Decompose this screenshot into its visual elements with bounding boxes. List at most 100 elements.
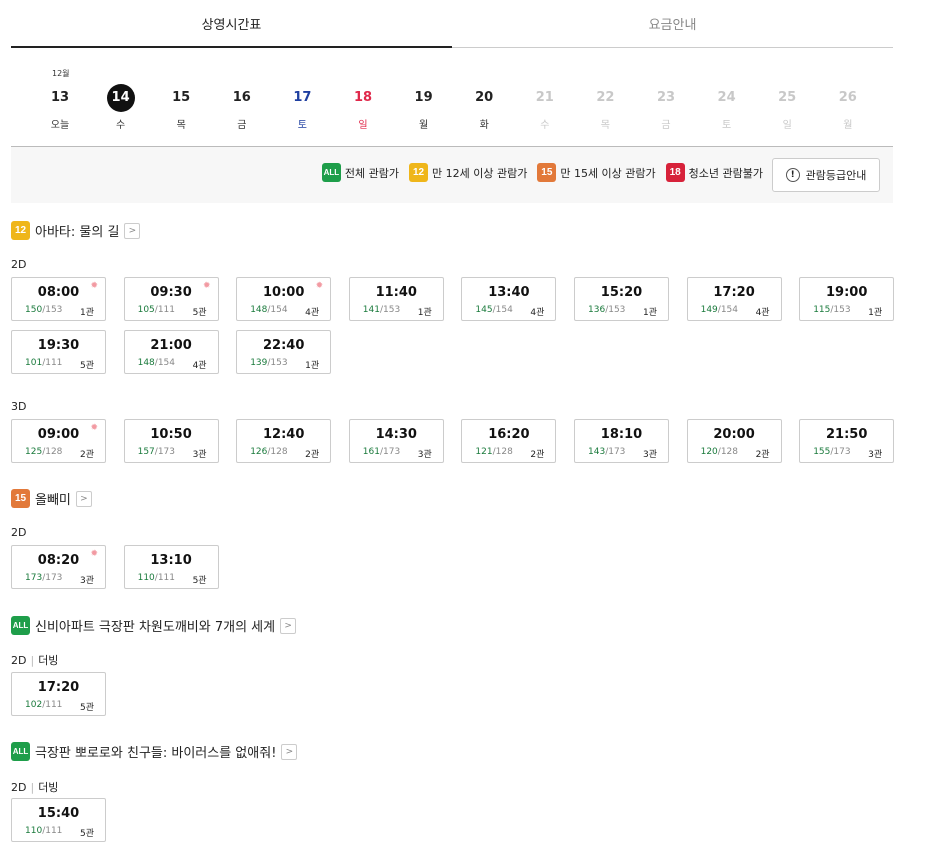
tab-showtimes[interactable]: 상영시간표 [11,0,452,48]
showtime-time: 15:40 [37,806,80,821]
seats-available: 120 [700,447,718,457]
movie-title-text[interactable]: 극장판 뽀로로와 친구들: 바이러스를 없애줘! [35,742,276,761]
seats-available: 161 [362,447,380,457]
date-selector: 12월 13 오늘 14 수 15 목 16 금 17 토 18 일 19 월 20 화 21 수 22 목 23 금 24… [11,62,893,144]
seats-total: /154 [492,305,513,315]
showtime-slot[interactable]: 08:00 150/153 1관 ✹ [11,277,106,321]
showtime-time: 21:50 [825,427,868,442]
seat-count: 141/153 [363,305,400,315]
rating-12-icon: 12 [11,221,30,240]
seats-total: /128 [717,447,738,457]
date-item-20[interactable]: 20 화 [459,84,509,131]
showtime-slot[interactable]: 21:00 148/154 4관 [123,330,219,374]
rating-18-icon: 18 [665,163,685,182]
seats-total: /154 [154,358,175,368]
showtime-slot[interactable]: 21:50 155/173 3관 [799,419,895,463]
chevron-right-icon[interactable]: > [280,617,297,634]
date-item-18[interactable]: 18 일 [338,84,388,131]
rating-all-icon: ALL [11,742,30,761]
showtime-slot[interactable]: 10:50 157/173 3관 [123,419,219,463]
hall-label: 2관 [305,450,320,460]
date-number: 15 [172,90,191,105]
tab-pricing[interactable]: 요금안내 [452,0,893,48]
hall-label: 4관 [192,361,207,371]
date-item-13[interactable]: 13 오늘 [35,84,85,131]
showtime-slot[interactable]: 10:00 148/154 4관 ✹ [236,277,332,321]
date-item-21[interactable]: 21 수 [520,84,570,131]
showtime-slot[interactable]: 12:40 126/128 2관 [236,419,332,463]
showtime-slot[interactable]: 22:40 139/153 1관 [236,330,332,374]
showtime-slot[interactable]: 15:40 110/111 5관 [11,798,106,842]
chevron-right-icon[interactable]: > [281,743,298,760]
date-weekday: 일 [782,120,792,131]
showtime-time: 16:20 [488,427,530,442]
seats-available: 143 [588,447,606,457]
seats-available: 125 [25,447,43,457]
date-item-14[interactable]: 14 수 [96,84,146,131]
format-label: 2D | 더빙 [11,779,58,795]
rating-legend: ALL 전체 관람가 12 만 12세 이상 관람가 15 만 15세 이상 관람가 18 청… [11,146,893,203]
date-item-17[interactable]: 17 토 [277,84,327,131]
dub-label: 더빙 [38,781,59,794]
rating-guide-button[interactable]: ! 관람등급안내 [772,158,880,192]
date-item-23[interactable]: 23 금 [641,84,691,131]
chevron-right-icon[interactable]: > [75,490,92,507]
showtime-slot[interactable]: 18:10 143/173 3관 [574,419,669,463]
showtime-slot[interactable]: 14:30 161/173 3관 [348,419,444,463]
showtime-slot[interactable]: 19:00 115/153 1관 [799,277,895,321]
seats-total: /173 [154,447,175,457]
showtime-slot[interactable]: 15:20 136/153 1관 [574,277,669,321]
showtime-time: 20:00 [713,427,755,442]
date-item-22[interactable]: 22 목 [580,84,630,131]
showtime-slot[interactable]: 11:40 141/153 1관 [348,277,444,321]
showtime-slot[interactable]: 13:10 110/111 5관 [123,545,219,589]
date-weekday: 금 [661,120,671,131]
seat-count: 157/173 [138,447,175,457]
morning-sun-icon: ✹ [315,281,324,291]
showtime-slot[interactable]: 19:30 101/111 5관 [11,330,106,374]
date-item-25[interactable]: 25 일 [762,84,812,131]
legend-item: ALL 전체 관람가 [321,163,399,182]
showtime-slot[interactable]: 13:40 145/154 4관 [461,277,557,321]
movie-title-text[interactable]: 아바타: 물의 길 [35,221,119,240]
date-weekday: 목 [176,120,186,131]
seat-count: 105/111 [138,305,175,315]
movie-title-text[interactable]: 신비아파트 극장판 차원도깨비와 7개의 세계 [35,616,275,635]
hall-label: 4관 [305,308,320,318]
seat-count: 149/154 [701,305,738,315]
seat-count: 145/154 [475,305,512,315]
legend-label: 만 15세 이상 관람가 [560,166,656,180]
showtime-slot[interactable]: 17:20 102/111 5관 [11,672,106,716]
showtime-slot[interactable]: 20:00 120/128 2관 [686,419,782,463]
seat-count: 139/153 [250,358,287,368]
seat-count: 110/111 [25,826,62,836]
showtime-slot[interactable]: 16:20 121/128 2관 [461,419,557,463]
showtime-slot[interactable]: 08:20 173/173 3관 ✹ [11,545,106,589]
date-item-16[interactable]: 16 금 [217,84,267,131]
chevron-right-icon[interactable]: > [124,222,141,239]
hall-label: 1관 [417,308,432,318]
showtime-slot[interactable]: 09:30 105/111 5관 ✹ [123,277,219,321]
date-item-24[interactable]: 24 토 [702,84,752,131]
seats-available: 139 [250,358,268,368]
seat-count: 110/111 [138,573,175,583]
showtime-slot[interactable]: 09:00 125/128 2관 ✹ [11,419,106,463]
date-item-19[interactable]: 19 월 [399,84,449,131]
hall-label: 3관 [192,450,207,460]
seat-count: 115/153 [813,305,850,315]
date-number: 21 [535,90,554,105]
rating-12-icon: 12 [409,163,428,182]
date-item-26[interactable]: 26 월 [823,84,873,131]
date-item-15[interactable]: 15 목 [156,84,206,131]
movie-title-text[interactable]: 올빼미 [35,489,71,508]
morning-sun-icon: ✹ [90,549,98,559]
seats-total: /111 [154,305,175,315]
showtime-time: 13:40 [488,285,530,300]
seat-count: 102/111 [25,700,62,710]
showtime-time: 10:50 [150,427,192,442]
showtime-time: 17:20 [713,285,755,300]
rating-guide-label: 관람등급안내 [805,169,867,182]
seats-total: /173 [605,447,626,457]
showtime-slot[interactable]: 17:20 149/154 4관 [686,277,782,321]
movie-title: 12 아바타: 물의 길 > [11,221,141,240]
